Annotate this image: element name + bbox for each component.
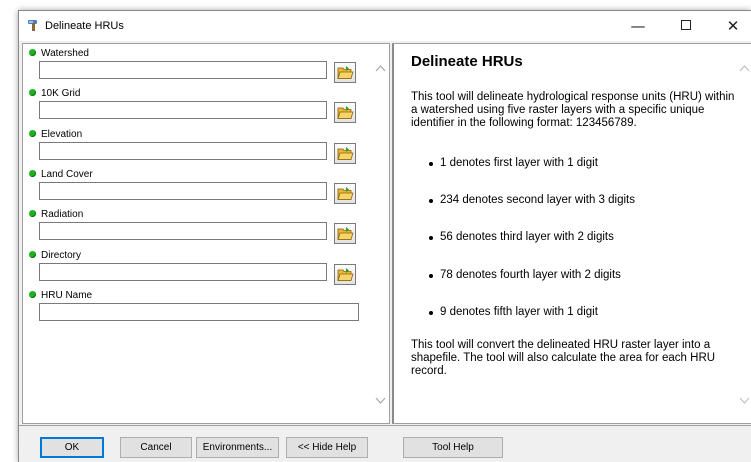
help-title: Delineate HRUs <box>411 53 523 70</box>
folder-open-icon <box>337 147 354 160</box>
window-title: Delineate HRUs <box>45 20 124 32</box>
dialog-body: Watershed 10K Grid Elevation Land Cover … <box>19 41 751 462</box>
watershed-input[interactable] <box>39 61 327 79</box>
required-dot-icon <box>29 251 36 258</box>
help-bullet: 234 denotes second layer with 3 digits <box>429 194 635 206</box>
folder-open-icon <box>337 227 354 240</box>
folder-open-icon <box>337 268 354 281</box>
browse-elevation-button[interactable] <box>334 143 356 164</box>
browse-land-cover-button[interactable] <box>334 183 356 204</box>
required-dot-icon <box>29 291 36 298</box>
environments-button[interactable]: Environments... <box>196 437 279 458</box>
required-dot-icon <box>29 170 36 177</box>
param-label: Radiation <box>29 209 83 220</box>
radiation-input[interactable] <box>39 222 327 240</box>
required-dot-icon <box>29 89 36 96</box>
tool-dialog-window: Delineate HRUs — ✕ Watershed 10K Grid El… <box>18 10 751 462</box>
title-bar[interactable]: Delineate HRUs — ✕ <box>19 11 751 41</box>
browse-radiation-button[interactable] <box>334 223 356 244</box>
param-label: Watershed <box>29 48 89 59</box>
help-bullet: 9 denotes fifth layer with 1 digit <box>429 306 598 318</box>
close-button[interactable]: ✕ <box>711 11 751 41</box>
hide-help-button[interactable]: << Hide Help <box>286 437 368 458</box>
required-dot-icon <box>29 130 36 137</box>
browse-10k-grid-button[interactable] <box>334 102 356 123</box>
hru-name-input[interactable] <box>39 303 359 321</box>
help-bullet: 56 denotes third layer with 2 digits <box>429 231 614 243</box>
browse-directory-button[interactable] <box>334 264 356 285</box>
minimize-button[interactable]: — <box>616 11 660 41</box>
help-outro: This tool will convert the delineated HR… <box>411 339 716 377</box>
param-label: Land Cover <box>29 169 93 180</box>
parameters-panel: Watershed 10K Grid Elevation Land Cover … <box>22 43 390 424</box>
help-intro: This tool will delineate hydrological re… <box>411 91 735 129</box>
chevron-up-icon[interactable] <box>375 64 386 72</box>
parameters-scrollbar[interactable] <box>372 44 389 423</box>
folder-open-icon <box>337 66 354 79</box>
required-dot-icon <box>29 49 36 56</box>
dialog-footer: OK Cancel Environments... << Hide Help T… <box>19 425 751 462</box>
browse-watershed-button[interactable] <box>334 62 356 83</box>
cancel-button[interactable]: Cancel <box>120 437 192 458</box>
chevron-down-icon[interactable] <box>739 397 750 405</box>
param-label: HRU Name <box>29 290 92 301</box>
chevron-down-icon[interactable] <box>375 397 386 405</box>
elevation-input[interactable] <box>39 142 327 160</box>
maximize-button[interactable] <box>664 11 708 41</box>
ok-button[interactable]: OK <box>40 437 104 458</box>
param-label: 10K Grid <box>29 88 80 99</box>
maximize-icon <box>681 20 691 30</box>
chevron-up-icon[interactable] <box>739 64 750 72</box>
help-panel: Delineate HRUs This tool will delineate … <box>392 43 751 424</box>
help-bullet: 1 denotes first layer with 1 digit <box>429 157 598 169</box>
tool-help-button[interactable]: Tool Help <box>403 437 503 458</box>
land-cover-input[interactable] <box>39 182 327 200</box>
hammer-tool-icon <box>28 20 37 31</box>
param-label: Directory <box>29 250 81 261</box>
directory-input[interactable] <box>39 263 327 281</box>
help-bullet: 78 denotes fourth layer with 2 digits <box>429 269 621 281</box>
folder-open-icon <box>337 106 354 119</box>
10k-grid-input[interactable] <box>39 101 327 119</box>
folder-open-icon <box>337 187 354 200</box>
help-scrollbar[interactable] <box>738 44 751 423</box>
required-dot-icon <box>29 210 36 217</box>
param-label: Elevation <box>29 129 82 140</box>
